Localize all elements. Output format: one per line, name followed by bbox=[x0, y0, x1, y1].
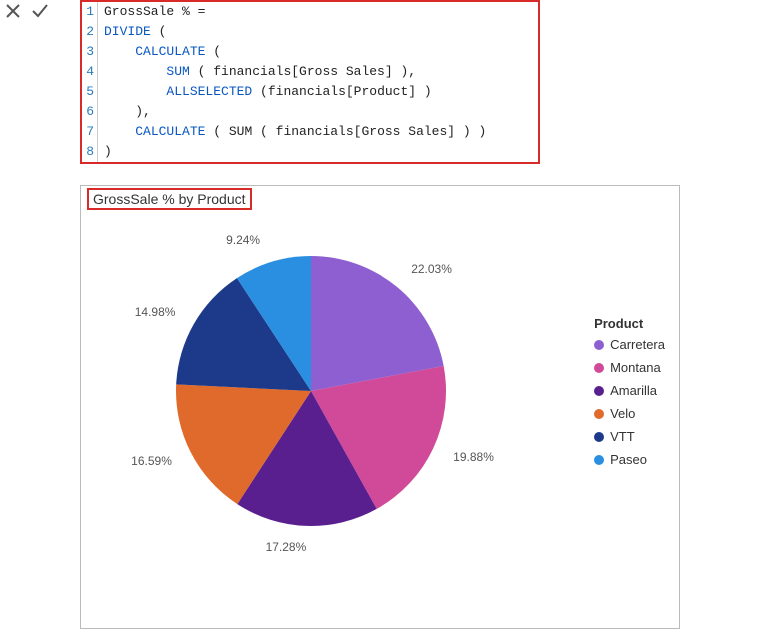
formula-line: 8) bbox=[82, 142, 538, 162]
formula-line: 1GrossSale % = bbox=[82, 2, 538, 22]
data-label: 16.59% bbox=[131, 454, 172, 468]
legend-item[interactable]: Carretera bbox=[594, 337, 665, 352]
legend-swatch bbox=[594, 409, 604, 419]
dax-formula-editor[interactable]: 1GrossSale % = 2DIVIDE ( 3 CALCULATE ( 4… bbox=[80, 0, 540, 164]
formula-line: 4 SUM ( financials[Gross Sales] ), bbox=[82, 62, 538, 82]
legend-label: Amarilla bbox=[610, 383, 657, 398]
legend-swatch bbox=[594, 340, 604, 350]
legend-label: Paseo bbox=[610, 452, 647, 467]
data-label: 9.24% bbox=[226, 233, 260, 247]
legend-title: Product bbox=[594, 316, 665, 331]
formula-line: 5 ALLSELECTED (financials[Product] ) bbox=[82, 82, 538, 102]
legend-item[interactable]: Paseo bbox=[594, 452, 665, 467]
formula-line: 6 ), bbox=[82, 102, 538, 122]
close-icon[interactable] bbox=[4, 2, 22, 20]
check-icon[interactable] bbox=[30, 2, 50, 20]
data-label: 19.88% bbox=[453, 450, 494, 464]
legend-item[interactable]: Amarilla bbox=[594, 383, 665, 398]
formula-line: 2DIVIDE ( bbox=[82, 22, 538, 42]
data-label: 14.98% bbox=[135, 305, 176, 319]
formula-line: 3 CALCULATE ( bbox=[82, 42, 538, 62]
legend-swatch bbox=[594, 386, 604, 396]
pie-chart-visual[interactable]: GrossSale % by Product Product Carretera… bbox=[80, 185, 680, 629]
legend-label: Montana bbox=[610, 360, 661, 375]
formula-line: 7 CALCULATE ( SUM ( financials[Gross Sal… bbox=[82, 122, 538, 142]
legend-item[interactable]: Montana bbox=[594, 360, 665, 375]
pie-chart bbox=[161, 241, 461, 541]
legend: Product Carretera Montana Amarilla Velo VTT P… bbox=[594, 316, 665, 475]
data-label: 17.28% bbox=[266, 540, 307, 554]
legend-item[interactable]: Velo bbox=[594, 406, 665, 421]
legend-label: Carretera bbox=[610, 337, 665, 352]
legend-item[interactable]: VTT bbox=[594, 429, 665, 444]
legend-swatch bbox=[594, 363, 604, 373]
legend-label: Velo bbox=[610, 406, 635, 421]
data-label: 22.03% bbox=[411, 262, 452, 276]
legend-label: VTT bbox=[610, 429, 635, 444]
chart-title: GrossSale % by Product bbox=[87, 188, 252, 210]
legend-swatch bbox=[594, 455, 604, 465]
legend-swatch bbox=[594, 432, 604, 442]
